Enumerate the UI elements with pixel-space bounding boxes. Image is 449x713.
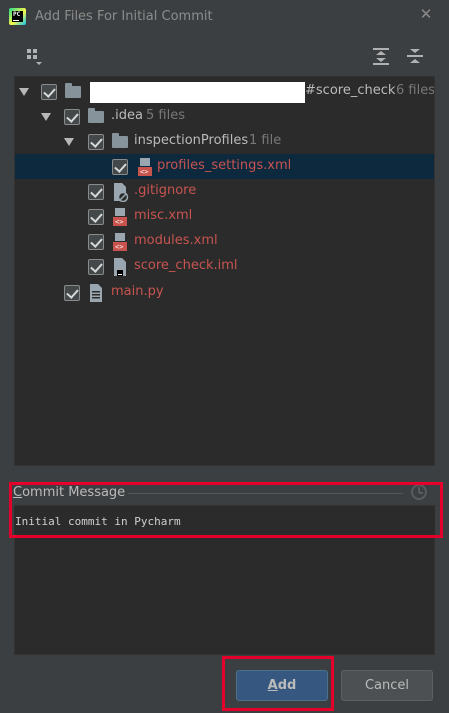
file-name: profiles_settings.xml (157, 158, 292, 173)
tree-node-inspection-profiles[interactable]: inspectionProfiles 1 file (15, 129, 434, 154)
file-name: .gitignore (134, 183, 197, 198)
changes-tree[interactable]: #score_check 6 files .idea 5 files inspe… (14, 76, 435, 466)
svg-text:<>: <> (115, 218, 123, 226)
chevron-down-icon[interactable] (41, 113, 51, 121)
chevron-down-icon[interactable] (19, 88, 29, 96)
tree-file-misc-xml[interactable]: <> misc.xml (15, 204, 434, 229)
xml-file-icon: <> (113, 233, 127, 251)
root-file-count: 6 files (396, 83, 435, 98)
expand-all-icon (373, 48, 389, 65)
chevron-down-icon[interactable] (64, 138, 74, 146)
tree-node-root[interactable]: #score_check 6 files (15, 79, 434, 104)
gitignore-checkbox[interactable] (88, 184, 104, 200)
file-name: main.py (111, 284, 164, 299)
title-bar: PC Add Files For Initial Commit ✕ (0, 0, 449, 33)
file-name: modules.xml (134, 233, 218, 248)
inspection-file-count: 1 file (249, 133, 282, 148)
root-checkbox[interactable] (41, 84, 57, 100)
toolbar (0, 44, 449, 70)
idea-checkbox[interactable] (64, 109, 80, 125)
group-by-button[interactable] (24, 44, 46, 68)
cancel-button[interactable]: Cancel (341, 670, 433, 701)
modules-xml-checkbox[interactable] (88, 234, 104, 250)
tree-file-modules-xml[interactable]: <> modules.xml (15, 229, 434, 254)
group-by-icon (27, 49, 42, 65)
pycharm-logo-icon: PC (9, 8, 26, 25)
svg-text:<>: <> (140, 168, 148, 176)
svg-text:<>: <> (115, 243, 123, 251)
main-py-checkbox[interactable] (64, 285, 80, 301)
tree-file-score-check-iml[interactable]: score_check.iml (15, 254, 434, 279)
root-folder-name: #score_check (305, 83, 396, 98)
score-check-iml-checkbox[interactable] (88, 259, 104, 275)
window-title: Add Files For Initial Commit (35, 9, 213, 24)
inspection-folder-name: inspectionProfiles (134, 133, 249, 148)
folder-icon (88, 108, 104, 123)
xml-file-icon: <> (138, 158, 152, 176)
python-file-icon (90, 284, 102, 302)
misc-xml-checkbox[interactable] (88, 209, 104, 225)
xml-file-icon: <> (113, 208, 127, 226)
file-name: score_check.iml (134, 258, 238, 273)
profiles-settings-checkbox[interactable] (112, 159, 128, 175)
idea-folder-name: .idea (111, 108, 143, 123)
inspection-checkbox[interactable] (88, 134, 104, 150)
tree-file-main-py[interactable]: main.py (15, 280, 434, 305)
folder-icon (112, 133, 128, 148)
folder-icon (65, 83, 81, 98)
tree-file-profiles-settings[interactable]: <> profiles_settings.xml (15, 154, 434, 179)
tree-file-gitignore[interactable]: .gitignore (15, 179, 434, 204)
expand-all-button[interactable] (370, 44, 392, 68)
idea-file-count: 5 files (146, 108, 185, 123)
close-icon[interactable]: ✕ (418, 6, 434, 22)
ignore-file-icon (114, 183, 129, 202)
iml-file-icon (114, 258, 126, 276)
highlight-box-commit (9, 482, 443, 538)
tree-node-idea[interactable]: .idea 5 files (15, 104, 434, 129)
redacted-path (90, 82, 305, 103)
collapse-all-icon (407, 49, 423, 63)
highlight-box-add (222, 656, 334, 711)
file-name: misc.xml (134, 208, 193, 223)
collapse-all-button[interactable] (404, 44, 426, 68)
